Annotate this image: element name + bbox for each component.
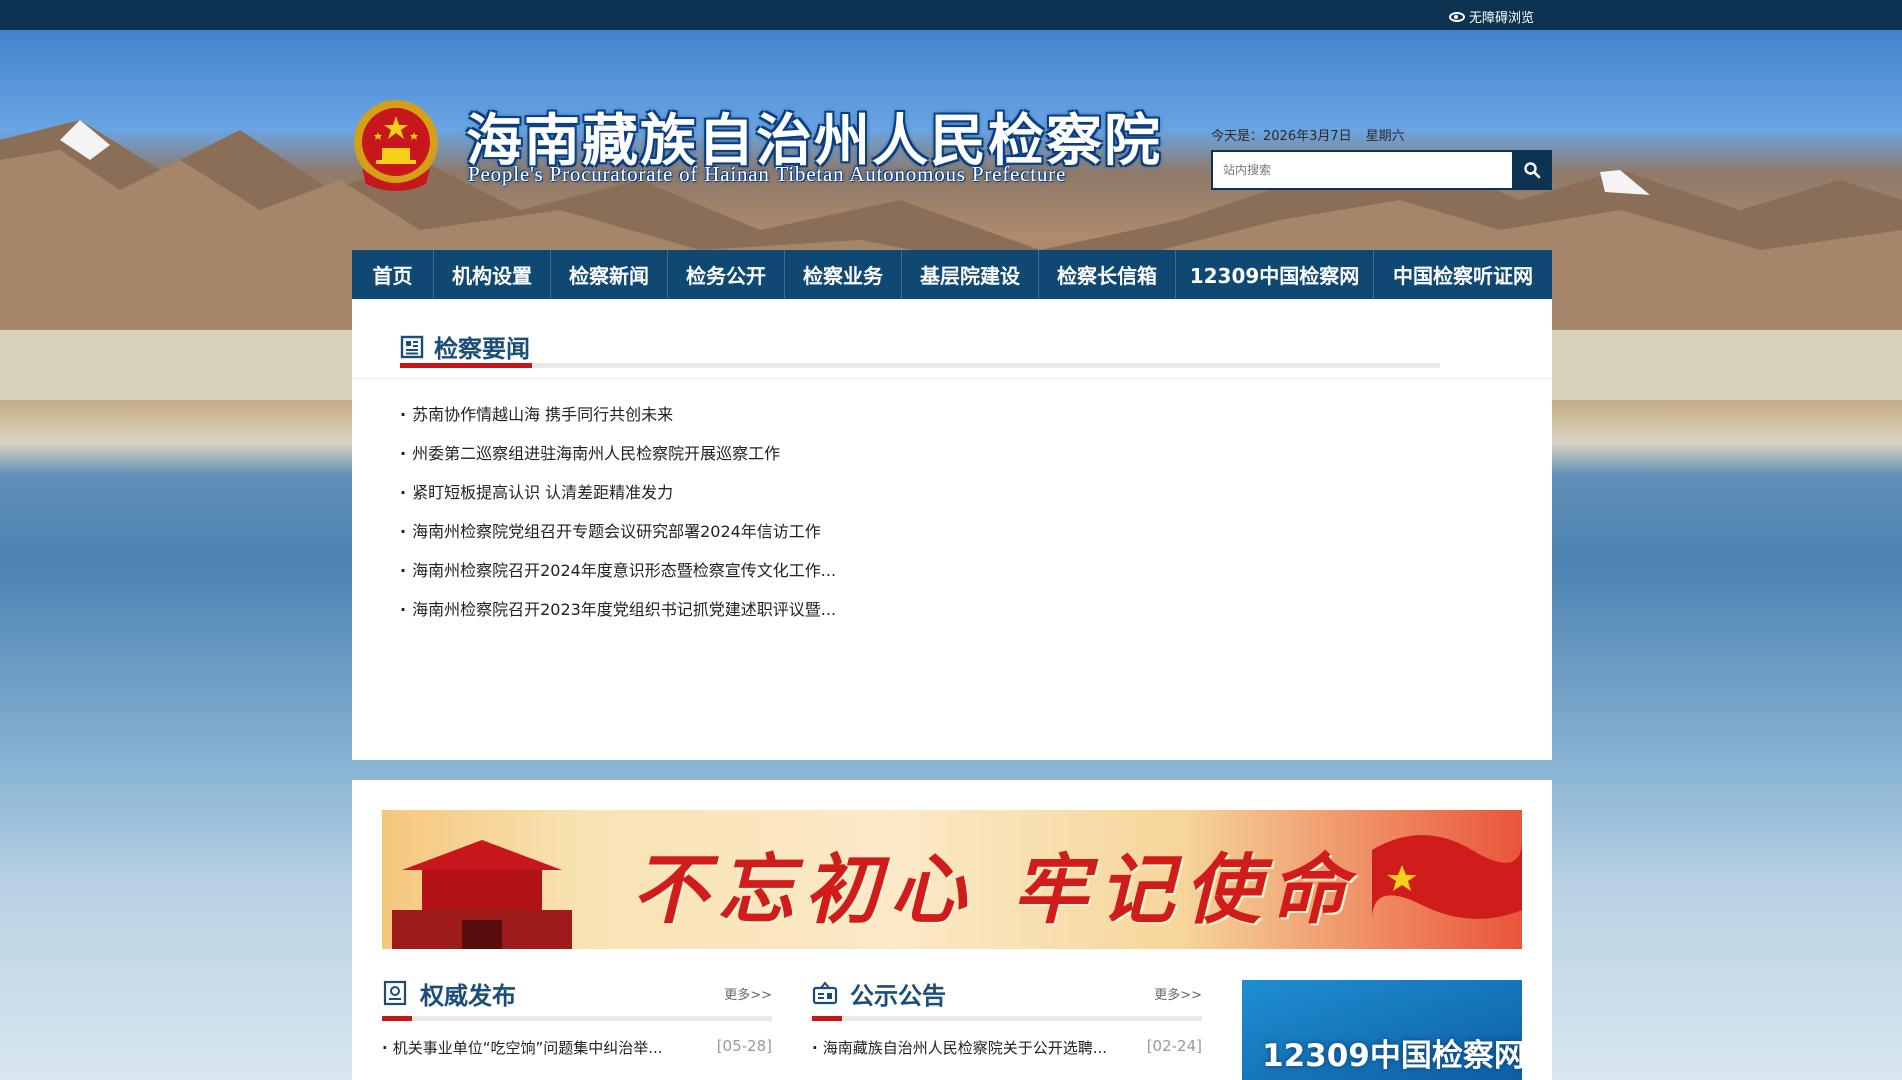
nav-item-business[interactable]: 检察业务 [785,250,902,299]
search-button[interactable] [1512,150,1552,190]
promo-label: 12309中国检察网 [1262,1038,1522,1074]
weekday-label: 星期六 [1365,129,1405,144]
notice-item-date: [02-24] [1146,1037,1202,1055]
nav-item-organization[interactable]: 机构设置 [434,250,551,299]
nav-item-grassroots[interactable]: 基层院建设 [902,250,1039,299]
accessibility-label: 无障碍浏览 [1468,11,1534,26]
national-emblem-logo[interactable] [352,98,440,194]
eye-icon [1448,11,1465,22]
notice-item[interactable]: 海南藏族自治州人民检察院关于公开选聘... [02-24] [812,1037,1202,1058]
notice-underline [812,1016,1202,1021]
authority-title: 权威发布 [420,981,516,1010]
news-item[interactable]: 海南州检察院召开2024年度意识形态暨检察宣传文化工作... [400,551,836,590]
news-heading-underline [400,363,1440,368]
notice-more-link[interactable]: 更多>> [1154,984,1202,1003]
notice-heading: 公示公告 更多>> [812,974,1202,1012]
date-line: 今天是：2026年3月7日 星期六 [1211,125,1419,144]
news-item[interactable]: 海南州检察院党组召开专题会议研究部署2024年信访工作 [400,512,836,551]
news-heading: 检察要闻 [400,329,530,364]
top-bar: 无障碍浏览 [0,0,1902,30]
lower-panel: 不忘初心 牢记使命 权威发布 更多>> 机关事业单位“吃空饷”问题集中纠治举..… [352,780,1552,1080]
nav-item-news[interactable]: 检察新闻 [551,250,668,299]
news-title: 检察要闻 [434,335,530,363]
notice-column: 公示公告 更多>> 海南藏族自治州人民检察院关于公开选聘... [02-24] [812,974,1202,1058]
newspaper-icon [400,335,424,358]
promo-12309-banner[interactable]: 12309中国检察网 [1242,980,1522,1080]
site-subtitle: People's Procuratorate of Hainan Tibetan… [468,162,1067,186]
accessibility-link[interactable]: 无障碍浏览 [1448,7,1534,26]
mission-banner[interactable]: 不忘初心 牢记使命 [382,810,1522,949]
site-search [1211,150,1552,190]
news-panel: 检察要闻 苏南协作情越山海 携手同行共创未来 州委第二巡察组进驻海南州人民检察院… [352,299,1552,760]
notice-title: 公示公告 [850,981,946,1010]
authority-heading: 权威发布 更多>> [382,974,772,1012]
document-icon [383,980,407,1006]
nav-item-affairs[interactable]: 检务公开 [668,250,785,299]
news-list: 苏南协作情越山海 携手同行共创未来 州委第二巡察组进驻海南州人民检察院开展巡察工… [400,395,836,629]
main-nav: 首页 机构设置 检察新闻 检务公开 检察业务 基层院建设 检察长信箱 12309… [352,250,1552,299]
authority-underline [382,1016,772,1021]
divider [352,378,1552,379]
authority-item-text: 机关事业单位“吃空饷”问题集中纠治举... [382,1037,663,1058]
nav-item-12309[interactable]: 12309中国检察网 [1176,250,1374,299]
news-item[interactable]: 苏南协作情越山海 携手同行共创未来 [400,395,836,434]
nav-item-home[interactable]: 首页 [352,250,434,299]
date-label: 今天是：2026年3月7日 [1211,129,1352,144]
authority-item-date: [05-28] [716,1037,772,1055]
banner-slogan: 不忘初心 牢记使命 [632,845,1357,934]
news-item[interactable]: 海南州检察院召开2023年度党组织书记抓党建述职评议暨... [400,590,836,629]
nav-item-mailbox[interactable]: 检察长信箱 [1039,250,1176,299]
authority-column: 权威发布 更多>> 机关事业单位“吃空饷”问题集中纠治举... [05-28] [382,974,772,1058]
authority-more-link[interactable]: 更多>> [724,984,772,1003]
notice-item-text: 海南藏族自治州人民检察院关于公开选聘... [812,1037,1107,1058]
news-item[interactable]: 州委第二巡察组进驻海南州人民检察院开展巡察工作 [400,434,836,473]
nav-item-hearing[interactable]: 中国检察听证网 [1374,250,1552,299]
search-icon [1524,162,1541,179]
search-input[interactable] [1211,150,1512,190]
notice-board-icon [812,981,838,1005]
gate-tower-icon [392,840,572,949]
flag-icon [1372,835,1522,920]
news-item[interactable]: 紧盯短板提高认识 认清差距精准发力 [400,473,836,512]
authority-item[interactable]: 机关事业单位“吃空饷”问题集中纠治举... [05-28] [382,1037,772,1058]
